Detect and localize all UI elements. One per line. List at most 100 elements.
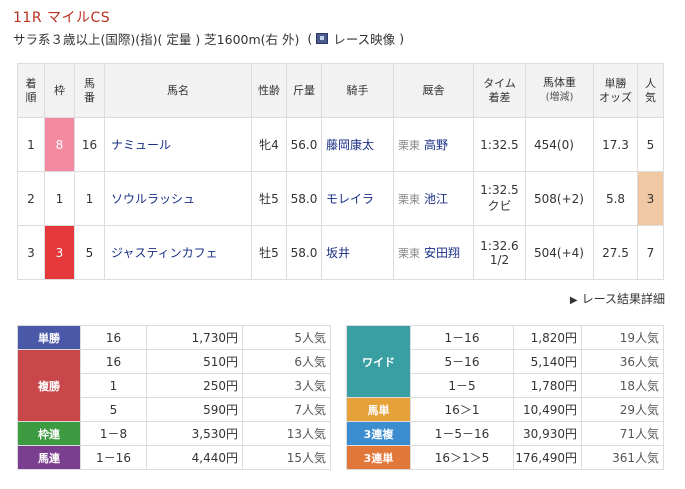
payout-amount: 3,530円 (146, 421, 243, 446)
payout-row: 3連複 1－5－16 30,930円 71人気 (346, 421, 664, 446)
frame-number: 1 (44, 171, 75, 226)
jockey-link[interactable]: 坂井 (321, 225, 394, 280)
win-odds: 27.5 (593, 225, 638, 280)
sex-age: 牡5 (251, 171, 287, 226)
triangle-right-icon: ▶ (569, 295, 578, 306)
header-jockey: 騎手 (321, 63, 394, 118)
payout-table-right: ワイド 1－16 1,820円 19人気 5－16 5,140円 36人気 1－5 1,780円… (346, 325, 664, 470)
sex-age: 牡5 (251, 225, 287, 280)
rank: 1 (17, 117, 45, 172)
payout-combination: 5 (80, 397, 147, 422)
bet-type-label: 単勝 (17, 325, 81, 350)
payout-popularity: 3人気 (242, 373, 331, 398)
result-row: 2 1 1 ソウルラッシュ 牡5 58.0 モレイラ 栗東 池江 1:32.5 クビ… (17, 171, 664, 226)
race-conditions: サラ系３歳以上(国際)(指)( 定量 ) 芝1600m(右 外) ( レース映像… (13, 29, 404, 48)
bet-type-label: 馬連 (17, 445, 81, 470)
header-horse-name: 馬名 (104, 63, 252, 118)
header-horse-number: 馬番 (74, 63, 105, 118)
rank: 3 (17, 225, 45, 280)
race-video-label: レース映像 (333, 32, 396, 47)
payout-amount: 4,440円 (146, 445, 243, 470)
close-paren: ) (399, 31, 405, 46)
bet-type-label: ワイド (346, 325, 411, 398)
body-weight: 454(0) (525, 117, 594, 172)
header-frame: 枠 (44, 63, 75, 118)
payout-popularity: 19人気 (581, 325, 664, 350)
carried-weight: 58.0 (286, 171, 322, 226)
payout-amount: 5,140円 (513, 349, 582, 374)
result-row: 1 8 16 ナミュール 牝4 56.0 藤岡康太 栗東 高野 1:32.5 45… (17, 117, 664, 172)
race-result-detail-link[interactable]: ▶ レース結果詳細 (570, 290, 665, 307)
trainer-link[interactable]: 安田翔 (424, 246, 460, 260)
payout-row: ワイド 1－16 1,820円 19人気 (346, 325, 664, 398)
payout-combination: 1－8 (80, 421, 147, 446)
jockey-link[interactable]: モレイラ (321, 171, 394, 226)
finish-time: 1:32.6 1/2 (473, 225, 526, 280)
payout-combination: 16 (80, 325, 147, 350)
header-rank: 着順 (17, 63, 45, 118)
bet-type-label: 馬単 (346, 397, 411, 422)
payout-row: 馬単 16＞1 10,490円 29人気 (346, 397, 664, 422)
results-header-row: 着順 枠 馬番 馬名 性齢 斤量 騎手 厩舎 タイム 着差 馬体重 (増減) 単勝オ… (17, 63, 664, 118)
payout-popularity: 7人気 (242, 397, 331, 422)
frame-number: 3 (44, 225, 75, 280)
payout-amount: 590円 (146, 397, 243, 422)
horse-name-link[interactable]: ジャスティンカフェ (104, 225, 252, 280)
header-body-weight: 馬体重 (増減) (525, 63, 594, 118)
payout-combination: 1 (80, 373, 147, 398)
results-table: 着順 枠 馬番 馬名 性齢 斤量 騎手 厩舎 タイム 着差 馬体重 (増減) 単勝オ… (17, 63, 664, 280)
payout-amount: 250円 (146, 373, 243, 398)
horse-name-link[interactable]: ソウルラッシュ (104, 171, 252, 226)
payout-popularity: 29人気 (581, 397, 664, 422)
horse-number: 16 (74, 117, 105, 172)
header-weight: 斤量 (286, 63, 322, 118)
trainer-cell: 栗東 高野 (393, 117, 474, 172)
payout-popularity: 361人気 (581, 445, 664, 470)
payout-combination: 5－16 (410, 349, 514, 374)
trainer-cell: 栗東 池江 (393, 171, 474, 226)
bet-type-label: 3連単 (346, 445, 411, 470)
payout-combination: 1－16 (80, 445, 147, 470)
jockey-link[interactable]: 藤岡康太 (321, 117, 394, 172)
popularity: 5 (637, 117, 664, 172)
trainer-link[interactable]: 高野 (424, 138, 448, 152)
carried-weight: 58.0 (286, 225, 322, 280)
header-time: タイム 着差 (473, 63, 526, 118)
rank: 2 (17, 171, 45, 226)
body-weight: 508(+2) (525, 171, 594, 226)
header-popularity: 人気 (637, 63, 664, 118)
popularity: 7 (637, 225, 664, 280)
trainer-link[interactable]: 池江 (424, 192, 448, 206)
payout-combination: 1－5 (410, 373, 514, 398)
payout-row: 馬連 1－16 4,440円 15人気 (17, 445, 331, 470)
payout-amount: 1,820円 (513, 325, 582, 350)
race-conditions-text: サラ系３歳以上(国際)(指)( 定量 ) 芝1600m(右 外) (13, 32, 300, 47)
payout-amount: 1,730円 (146, 325, 243, 350)
payout-combination: 16 (80, 349, 147, 374)
race-title: 11R マイルCS (13, 10, 111, 26)
payout-row: 3連単 16＞1＞5 176,490円 361人気 (346, 445, 664, 470)
bet-type-label: 3連複 (346, 421, 411, 446)
payout-combination: 1－5－16 (410, 421, 514, 446)
payout-amount: 10,490円 (513, 397, 582, 422)
horse-name-link[interactable]: ナミュール (104, 117, 252, 172)
payout-popularity: 36人気 (581, 349, 664, 374)
payout-row: 枠連 1－8 3,530円 13人気 (17, 421, 331, 446)
open-paren: ( (307, 31, 313, 46)
payout-combination: 16＞1 (410, 397, 514, 422)
payout-popularity: 13人気 (242, 421, 331, 446)
payout-amount: 176,490円 (513, 445, 582, 470)
bet-type-label: 複勝 (17, 349, 81, 422)
payout-popularity: 15人気 (242, 445, 331, 470)
trainer-cell: 栗東 安田翔 (393, 225, 474, 280)
header-trainer: 厩舎 (393, 63, 474, 118)
popularity: 3 (637, 171, 664, 226)
race-video-link[interactable]: レース映像 (316, 29, 395, 48)
payout-combination: 1－16 (410, 325, 514, 350)
sex-age: 牝4 (251, 117, 287, 172)
header-sex-age: 性齢 (251, 63, 287, 118)
payout-popularity: 71人気 (581, 421, 664, 446)
frame-number: 8 (44, 117, 75, 172)
horse-number: 1 (74, 171, 105, 226)
body-weight: 504(+4) (525, 225, 594, 280)
